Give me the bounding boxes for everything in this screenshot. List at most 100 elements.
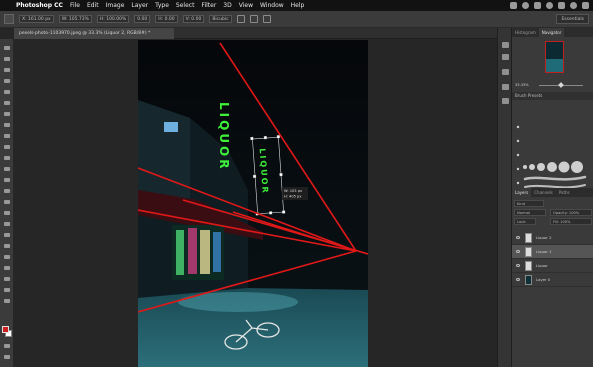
menu-filter[interactable]: Filter (201, 2, 216, 9)
quick-select-tool-icon[interactable] (3, 78, 11, 84)
type-tool-icon[interactable] (3, 210, 11, 216)
tab-navigator[interactable]: Navigator (538, 28, 565, 37)
rotate-view-tool-icon[interactable] (3, 276, 11, 282)
wifi-icon[interactable] (546, 2, 553, 9)
blend-mode-select[interactable]: Normal (514, 209, 546, 216)
warp-toggle-icon[interactable] (236, 15, 245, 23)
workspace-switcher[interactable]: Essentials (556, 14, 589, 24)
move-tool-icon[interactable] (3, 45, 11, 51)
tool-preset-picker[interactable] (4, 14, 14, 24)
visibility-eye-icon[interactable] (516, 236, 520, 239)
option-field-w[interactable]: W: 105.73% (58, 15, 92, 23)
commit-transform-icon[interactable] (262, 15, 271, 23)
menu-layer[interactable]: Layer (131, 2, 148, 9)
tab-histogram[interactable]: Histogram (512, 28, 539, 37)
menu-file[interactable]: File (70, 2, 80, 9)
crop-tool-icon[interactable] (3, 89, 11, 95)
visibility-eye-icon[interactable] (516, 264, 520, 267)
lasso-tool-icon[interactable] (3, 67, 11, 73)
menu-help[interactable]: Help (291, 2, 305, 9)
layer-name: Liquor 2 (536, 235, 552, 240)
tools-panel (0, 39, 14, 367)
menu-edit[interactable]: Edit (87, 2, 99, 9)
navigator-thumbnail[interactable] (545, 41, 564, 73)
status-icon-2[interactable] (522, 2, 529, 9)
eraser-tool-icon[interactable] (3, 155, 11, 161)
opacity-field[interactable]: Opacity: 100% (550, 209, 592, 216)
liquor-store-photo: LIQUOR LIQUOR W: 103 px H: 405 px (138, 40, 368, 367)
battery-icon[interactable] (558, 2, 565, 9)
quick-mask-icon[interactable] (3, 343, 11, 349)
edit-toolbar-icon[interactable] (3, 265, 11, 271)
tool-presets-icon[interactable] (502, 84, 509, 90)
ruler-tool-icon[interactable] (3, 287, 11, 293)
wall-lamp (164, 122, 178, 132)
brush-presets-header: Brush Presets (512, 92, 593, 100)
window-neon-green (176, 230, 184, 275)
tab-channels[interactable]: Channels (531, 188, 556, 197)
layer-row[interactable]: Liquor (512, 259, 593, 273)
menubar-status-area (510, 0, 589, 11)
history-brush-tool-icon[interactable] (3, 144, 11, 150)
interpolation-select[interactable]: Bicubic (209, 15, 232, 23)
dodge-tool-icon[interactable] (3, 188, 11, 194)
tab-layers[interactable]: Layers (512, 188, 532, 197)
option-field-skew-h[interactable]: H: 0.00 (155, 15, 178, 23)
status-icon-3[interactable] (534, 2, 541, 9)
canvas-workspace[interactable]: LIQUOR LIQUOR W: 103 px H: 405 px (14, 39, 497, 367)
gradient-tool-icon[interactable] (3, 166, 11, 172)
zoom-value[interactable]: 33.33% (515, 83, 529, 87)
visibility-eye-icon[interactable] (516, 250, 520, 253)
clone-stamp-tool-icon[interactable] (3, 133, 11, 139)
document-tab-bar: pexels-photo-1103970.jpeg @ 33.3% (Liquo… (14, 28, 497, 39)
search-icon[interactable] (570, 2, 577, 9)
layer-kind-filter[interactable]: Kind (514, 200, 544, 207)
adjustments-panel-icon[interactable] (502, 69, 509, 75)
layer-thumbnail (525, 247, 532, 257)
menu-app-name[interactable]: Photoshop CC (16, 2, 63, 9)
option-field-h[interactable]: H: 100.00% (96, 15, 130, 23)
zoom-slider-knob[interactable] (558, 82, 564, 88)
eyedropper-tool-icon[interactable] (3, 100, 11, 106)
note-tool-icon[interactable] (3, 298, 11, 304)
option-field-x[interactable]: X: 161.00 px (19, 15, 54, 23)
marquee-tool-icon[interactable] (3, 56, 11, 62)
menu-3d[interactable]: 3D (223, 2, 231, 9)
pen-tool-icon[interactable] (3, 199, 11, 205)
menu-select[interactable]: Select (176, 2, 195, 9)
menu-list-icon[interactable] (582, 2, 589, 9)
history-panel-icon[interactable] (502, 42, 509, 48)
option-field-angle[interactable]: 0.00 (134, 15, 151, 23)
zoom-tool-icon[interactable] (3, 254, 11, 260)
mac-menubar: Photoshop CC File Edit Image Layer Type … (0, 0, 593, 11)
fill-field[interactable]: Fill: 100% (550, 218, 592, 225)
document-canvas[interactable]: LIQUOR LIQUOR W: 103 px H: 405 px (138, 40, 368, 367)
layer-thumbnail (525, 275, 532, 285)
path-selection-tool-icon[interactable] (3, 221, 11, 227)
brush-tool-icon[interactable] (3, 122, 11, 128)
healing-brush-tool-icon[interactable] (3, 111, 11, 117)
options-bar: X: 161.00 px W: 105.73% H: 100.00% 0.00 … (0, 11, 593, 28)
menu-view[interactable]: View (239, 2, 253, 9)
shape-tool-icon[interactable] (3, 232, 11, 238)
tab-paths[interactable]: Paths (556, 188, 573, 197)
properties-panel-icon[interactable] (502, 54, 509, 60)
hand-tool-icon[interactable] (3, 243, 11, 249)
status-icon-1[interactable] (510, 2, 517, 9)
blur-tool-icon[interactable] (3, 177, 11, 183)
foreground-color-swatch[interactable] (2, 326, 9, 333)
layer-row-selected[interactable]: Liquor 1 (512, 245, 593, 259)
menu-type[interactable]: Type (155, 2, 169, 9)
option-field-skew-v[interactable]: V: 0.00 (182, 15, 205, 23)
apple-icon[interactable] (4, 2, 11, 10)
screen-mode-icon[interactable] (3, 354, 11, 360)
document-tab[interactable]: pexels-photo-1103970.jpeg @ 33.3% (Liquo… (14, 28, 174, 39)
paragraph-panel-icon[interactable] (502, 98, 509, 104)
menu-image[interactable]: Image (106, 2, 125, 9)
visibility-eye-icon[interactable] (516, 278, 520, 281)
layer-row[interactable]: Layer 0 (512, 273, 593, 287)
layer-thumbnail (525, 233, 532, 243)
menu-window[interactable]: Window (260, 2, 284, 9)
layer-row[interactable]: Liquor 2 (512, 231, 593, 245)
cancel-transform-icon[interactable] (249, 15, 258, 23)
